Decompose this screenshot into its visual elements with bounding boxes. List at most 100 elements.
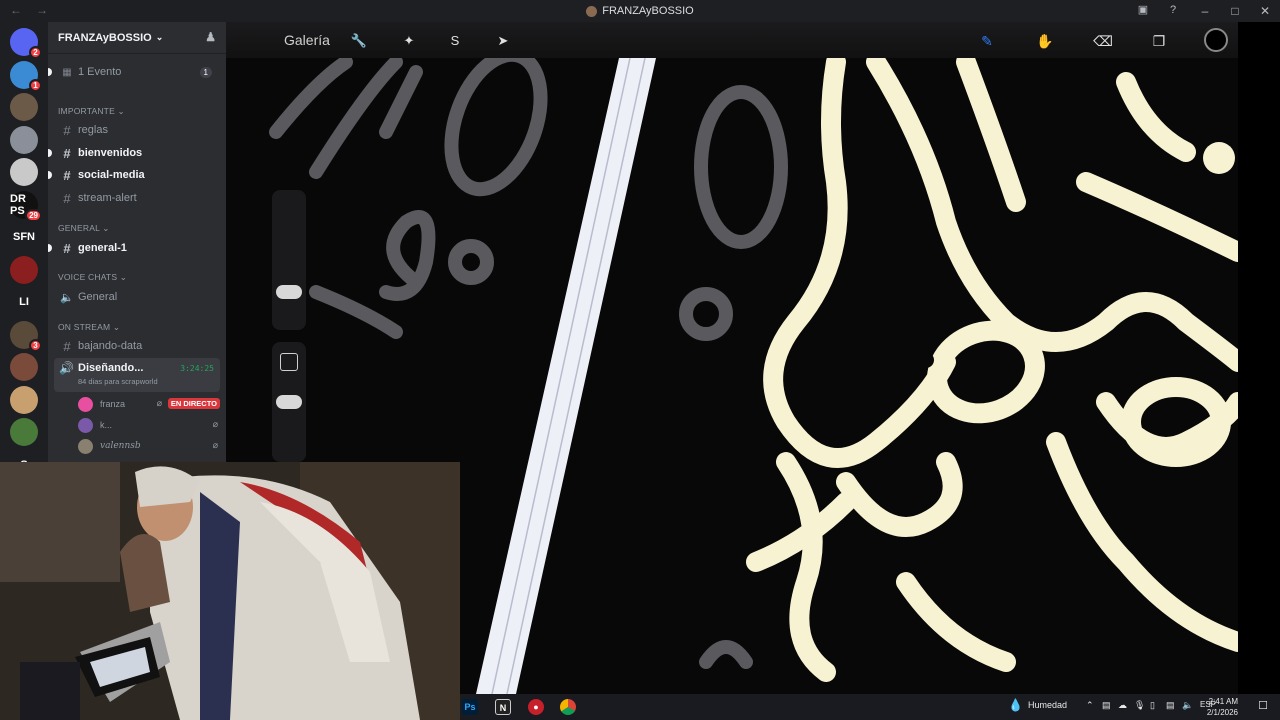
category-on-stream[interactable]: ON STREAM ⌄ <box>58 322 120 333</box>
chrome-icon[interactable] <box>560 699 576 715</box>
avatar <box>78 417 93 433</box>
smudge-icon[interactable]: ✋ <box>1034 30 1056 52</box>
notifications-icon[interactable]: ☐ <box>1258 699 1268 712</box>
tray-chevron-icon[interactable]: ⌃ <box>1086 700 1094 711</box>
voice-user[interactable]: franza EN DIRECTO ⌀ <box>78 394 220 414</box>
eraser-icon[interactable]: ⌫ <box>1092 30 1114 52</box>
procreate-toolbar: Galería 🔧 ✦ S ➤ ✎ ✋ ⌫ ❐ <box>226 22 1238 58</box>
server-icon[interactable]: LI <box>10 288 38 316</box>
obs-icon[interactable]: ● <box>528 699 544 715</box>
category-voice-chats[interactable]: VOICE CHATS ⌄ <box>58 272 127 283</box>
server-icon[interactable] <box>10 255 38 284</box>
minimize-button[interactable]: – <box>1190 0 1220 22</box>
gallery-button[interactable]: Galería <box>284 32 330 48</box>
transform-icon[interactable]: ➤ <box>494 32 512 50</box>
magic-wand-icon[interactable]: ✦ <box>400 32 418 50</box>
category-importante[interactable]: IMPORTANTE ⌄ <box>58 106 125 117</box>
window-title-wrap: FRANZAyBOSSIO <box>0 5 1280 17</box>
events-label: 1 Evento <box>78 66 122 78</box>
inbox-icon[interactable]: ▣ <box>1136 3 1150 17</box>
server-icon[interactable]: 1 <box>10 60 42 92</box>
unread-dot <box>48 171 52 179</box>
muted-icon: ⌀ <box>212 419 218 429</box>
opacity-slider[interactable] <box>276 395 302 409</box>
photoshop-icon[interactable]: Ps <box>462 699 478 715</box>
channel-label: general-1 <box>78 242 127 254</box>
chevron-down-icon: ⌄ <box>117 106 125 116</box>
mention-badge: 1 <box>29 78 42 92</box>
clock-time: 2:41 AM <box>1208 697 1238 706</box>
add-member-icon[interactable]: ♟ <box>205 30 216 44</box>
avatar <box>78 438 93 454</box>
selection-icon[interactable]: S <box>446 32 464 50</box>
channel-reglas[interactable]: # reglas <box>54 120 220 140</box>
category-label: VOICE CHATS <box>58 272 118 282</box>
help-icon[interactable]: ? <box>1166 3 1180 17</box>
close-button[interactable]: ✕ <box>1250 0 1280 22</box>
events-count: 1 <box>199 66 212 78</box>
channel-bienvenidos[interactable]: # bienvenidos <box>48 143 220 163</box>
server-list: 21DR PS29SFNLI3S <box>0 22 48 479</box>
color-picker-button[interactable] <box>1204 28 1228 52</box>
weather-label[interactable]: Humedad <box>1028 700 1067 710</box>
channel-label: bienvenidos <box>78 147 143 159</box>
server-icon[interactable]: 3 <box>10 320 42 352</box>
server-icon[interactable]: DR PS 29 <box>10 190 42 222</box>
server-label: SFN <box>13 231 35 243</box>
brush-size-slider[interactable] <box>276 285 302 299</box>
channel-label: social-media <box>78 169 145 181</box>
hash-icon: # <box>63 240 71 256</box>
channel-social-media[interactable]: # social-media <box>48 165 220 185</box>
right-edge-strip <box>1238 22 1280 694</box>
voice-user[interactable]: k... ⌀ <box>78 415 220 435</box>
events-row[interactable]: ▦ 1 Evento 1 <box>48 62 220 82</box>
cloud-icon[interactable]: ☁ <box>1118 700 1127 711</box>
clock-date: 2/1/2026 <box>1206 708 1238 717</box>
server-icon[interactable] <box>10 93 38 121</box>
system-clock[interactable]: 2:41 AM 2/1/2026 <box>1207 696 1238 718</box>
server-icon[interactable]: 2 <box>10 28 42 59</box>
maximize-button[interactable]: □ <box>1220 0 1250 22</box>
tray-app-icon[interactable]: ▤ <box>1102 700 1111 711</box>
unread-dot <box>48 149 52 157</box>
server-icon[interactable] <box>10 125 38 154</box>
notion-icon[interactable]: N <box>495 699 511 715</box>
channel-label: bajando-data <box>78 340 143 352</box>
brush-icon[interactable]: ✎ <box>976 30 998 52</box>
chevron-down-icon: ⌄ <box>102 223 110 233</box>
server-icon[interactable]: SFN <box>10 223 38 251</box>
guild-header[interactable]: FRANZAyBOSSIO ⌄ ♟ <box>48 22 226 54</box>
layers-icon[interactable]: ❐ <box>1148 30 1170 52</box>
network-icon[interactable]: ▤ <box>1166 700 1175 711</box>
channel-label: reglas <box>78 124 108 136</box>
voice-user-name: k... <box>100 420 113 430</box>
voice-channel-active[interactable]: 🔊 Diseñando... 84 dias para scrapworld 3… <box>54 358 220 392</box>
voice-channel-general[interactable]: 🔈 General <box>54 287 220 307</box>
live-badge: EN DIRECTO <box>167 398 220 409</box>
mention-badge: 29 <box>25 208 42 222</box>
server-icon[interactable] <box>10 353 38 381</box>
muted-icon: ⌀ <box>156 398 162 408</box>
wrench-icon[interactable]: 🔧 <box>350 32 368 50</box>
channel-bajando-data[interactable]: # bajando-data <box>54 336 220 356</box>
chevron-down-icon: ⌄ <box>155 32 164 42</box>
voice-user[interactable]: valennsb ⌀ <box>78 436 220 456</box>
modify-button[interactable] <box>280 353 298 371</box>
muted-icon: ⌀ <box>212 440 218 450</box>
server-icon[interactable] <box>10 158 38 186</box>
hash-icon: # <box>63 338 71 354</box>
window-title: FRANZAyBOSSIO <box>602 5 694 17</box>
microphone-icon[interactable]: 🎙 <box>1134 700 1145 711</box>
unread-dot <box>48 244 52 252</box>
channel-stream-alert[interactable]: # stream-alert <box>54 188 220 208</box>
category-label: ON STREAM <box>58 322 111 332</box>
hash-icon: # <box>63 190 71 206</box>
server-icon[interactable] <box>10 418 38 446</box>
battery-icon[interactable]: ▯ <box>1150 700 1155 711</box>
mention-badge: 3 <box>29 338 42 352</box>
server-icon[interactable] <box>10 385 38 414</box>
volume-icon[interactable]: 🔈 <box>1182 700 1193 711</box>
category-general[interactable]: GENERAL ⌄ <box>58 223 110 234</box>
channel-general-1[interactable]: # general-1 <box>48 238 220 258</box>
calendar-icon: ▦ <box>62 66 72 78</box>
